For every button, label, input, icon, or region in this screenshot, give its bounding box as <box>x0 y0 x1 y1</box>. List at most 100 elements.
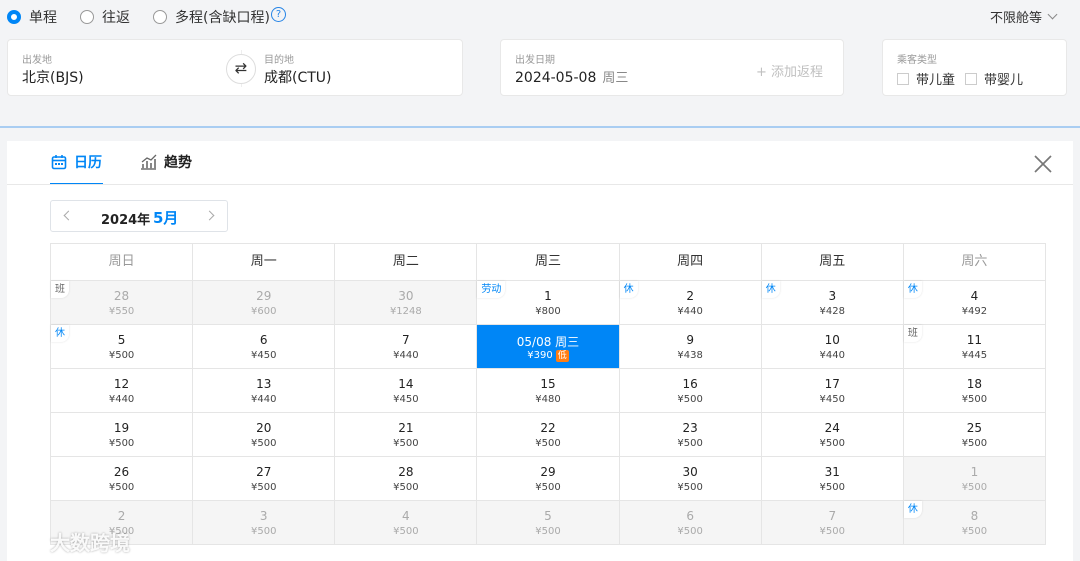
calendar-day[interactable]: 18 ¥500 <box>903 369 1046 413</box>
calendar-day[interactable]: 28 ¥500 <box>335 457 478 501</box>
close-icon[interactable] <box>1032 153 1054 175</box>
trip-type-round-trip[interactable]: 往返 <box>80 7 130 27</box>
day-number: 1 <box>544 289 552 303</box>
day-price-wrap: ¥550 <box>51 306 192 317</box>
calendar-day[interactable]: 16 ¥500 <box>619 369 762 413</box>
calendar-day[interactable]: 24 ¥500 <box>761 413 904 457</box>
chevron-right-icon[interactable] <box>204 210 215 221</box>
day-price-wrap: ¥445 <box>904 350 1045 361</box>
calendar-day[interactable]: 30 ¥500 <box>619 457 762 501</box>
calendar-day[interactable]: 25 ¥500 <box>903 413 1046 457</box>
calendar-day[interactable]: 4 ¥500 <box>335 501 478 545</box>
calendar-day[interactable]: 劳动 1 ¥800 <box>477 281 620 325</box>
to-field[interactable]: 成都(CTU) <box>264 67 332 87</box>
day-number: 17 <box>824 377 840 391</box>
calendar-day[interactable]: 休 8 ¥500 <box>903 501 1046 545</box>
calendar-day[interactable]: 29 ¥500 <box>477 457 620 501</box>
day-price: ¥500 <box>961 526 988 537</box>
help-icon[interactable]: ? <box>271 7 286 22</box>
child-label: 带儿童 <box>916 73 956 88</box>
calendar-day[interactable]: 休 2 ¥440 <box>619 281 762 325</box>
calendar-day[interactable]: 23 ¥500 <box>619 413 762 457</box>
calendar-week-row: 班 28 ¥550 29 ¥600 30 ¥1248 劳动 1 ¥800 休 2 ¥440 休 3 ¥428 休… <box>51 281 1046 325</box>
calendar-day[interactable]: 6 ¥500 <box>619 501 762 545</box>
weekday-header-cell: 周一 <box>193 244 336 281</box>
calendar-day[interactable]: 3 ¥500 <box>193 501 336 545</box>
calendar-day[interactable]: 17 ¥450 <box>761 369 904 413</box>
day-price: ¥428 <box>819 306 845 317</box>
calendar-day[interactable]: 14 ¥450 <box>335 369 478 413</box>
swap-icon[interactable]: ⇄ <box>226 54 256 84</box>
child-checkbox[interactable]: 带儿童 <box>897 69 955 88</box>
calendar-day[interactable]: 19 ¥500 <box>51 413 194 457</box>
day-number: 5 <box>544 509 552 523</box>
trip-type-multi[interactable]: 多程(含缺口程) <box>153 7 270 27</box>
day-price: ¥500 <box>250 438 277 449</box>
from-field[interactable]: 北京(BJS) <box>22 67 84 87</box>
date-value: 2024-05-08 <box>515 70 597 86</box>
calendar-day[interactable]: 1 ¥500 <box>903 457 1046 501</box>
day-price: ¥450 <box>393 394 419 405</box>
calendar-day[interactable]: 班 11 ¥445 <box>903 325 1046 369</box>
calendar-day[interactable]: 6 ¥450 <box>193 325 336 369</box>
day-number: 29 <box>256 289 272 303</box>
day-price-wrap: ¥500 <box>620 482 761 493</box>
day-price: ¥800 <box>535 306 561 317</box>
day-price-wrap: ¥500 <box>477 482 618 493</box>
day-price: ¥480 <box>535 394 561 405</box>
calendar-day[interactable]: 30 ¥1248 <box>335 281 478 325</box>
date-field[interactable]: 2024-05-08 周三 <box>515 67 628 86</box>
calendar-day[interactable]: 休 4 ¥492 <box>903 281 1046 325</box>
logo-icon <box>10 532 45 551</box>
calendar-day-selected[interactable]: 05/08 周三 ¥390 低 <box>477 325 620 369</box>
day-price-wrap: ¥492 <box>904 306 1045 317</box>
weekday-header-cell: 周三 <box>477 244 620 281</box>
day-number: 4 <box>970 289 979 303</box>
calendar-day[interactable]: 班 28 ¥550 <box>51 281 194 325</box>
calendar-day[interactable]: 休 3 ¥428 <box>761 281 904 325</box>
trip-type-one-way[interactable]: 单程 <box>7 7 57 27</box>
tab-trend[interactable]: 趋势 <box>140 152 192 172</box>
day-price: ¥500 <box>961 438 988 449</box>
calendar-day[interactable]: 13 ¥440 <box>193 369 336 413</box>
calendar-week-row: 26 ¥500 27 ¥500 28 ¥500 29 ¥500 30 ¥500 31 ¥500 1 ¥50… <box>51 457 1046 501</box>
calendar-day[interactable]: 5 ¥500 <box>477 501 620 545</box>
calendar-day[interactable]: 7 ¥440 <box>335 325 478 369</box>
weekday-header: 周日 周一 周二 周三 周四 周五 周六 <box>51 244 1046 281</box>
tab-calendar[interactable]: 日历 <box>50 152 103 185</box>
calendar-day[interactable]: 20 ¥500 <box>193 413 336 457</box>
calendar-day[interactable]: 12 ¥440 <box>51 369 194 413</box>
calendar-day[interactable]: 31 ¥500 <box>761 457 904 501</box>
day-number: 6 <box>686 509 694 523</box>
calendar-week-row: 2 ¥500 3 ¥500 4 ¥500 5 ¥500 6 ¥500 7 ¥500 休 8 ¥500 <box>51 501 1046 545</box>
day-price-wrap: ¥438 <box>620 350 761 361</box>
calendar-day[interactable]: 21 ¥500 <box>335 413 478 457</box>
cabin-select[interactable]: 不限舱等 <box>990 7 1058 26</box>
day-price-wrap: ¥440 <box>335 350 476 361</box>
calendar-day[interactable]: 26 ¥500 <box>51 457 194 501</box>
chevron-left-icon[interactable] <box>63 210 74 221</box>
calendar-day[interactable]: 15 ¥480 <box>477 369 620 413</box>
day-price-wrap: ¥500 <box>904 438 1045 449</box>
calendar-day[interactable]: 10 ¥440 <box>761 325 904 369</box>
day-price-wrap: ¥500 <box>762 438 903 449</box>
calendar-day[interactable]: 27 ¥500 <box>193 457 336 501</box>
day-number: 7 <box>828 509 837 523</box>
day-price: ¥500 <box>677 526 703 537</box>
day-price-wrap: ¥500 <box>762 482 903 493</box>
weekday-header-cell: 周四 <box>619 244 762 281</box>
day-price: ¥600 <box>250 306 277 317</box>
calendar-day[interactable]: 休 5 ¥500 <box>51 325 194 369</box>
day-price-wrap: ¥428 <box>762 306 903 317</box>
calendar-day[interactable]: 7 ¥500 <box>761 501 904 545</box>
add-return-button[interactable]: + 添加返程 <box>756 61 823 80</box>
day-price-wrap: ¥500 <box>51 438 192 449</box>
infant-checkbox[interactable]: 带婴儿 <box>965 69 1023 88</box>
weekday-header-cell: 周二 <box>335 244 478 281</box>
date-weekday: 周三 <box>602 71 629 86</box>
calendar-day[interactable]: 22 ¥500 <box>477 413 620 457</box>
date-card: 出发日期 2024-05-08 周三 + 添加返程 <box>500 39 844 96</box>
calendar-day[interactable]: 9 ¥438 <box>619 325 762 369</box>
day-number: 30 <box>682 465 698 479</box>
calendar-day[interactable]: 29 ¥600 <box>193 281 336 325</box>
